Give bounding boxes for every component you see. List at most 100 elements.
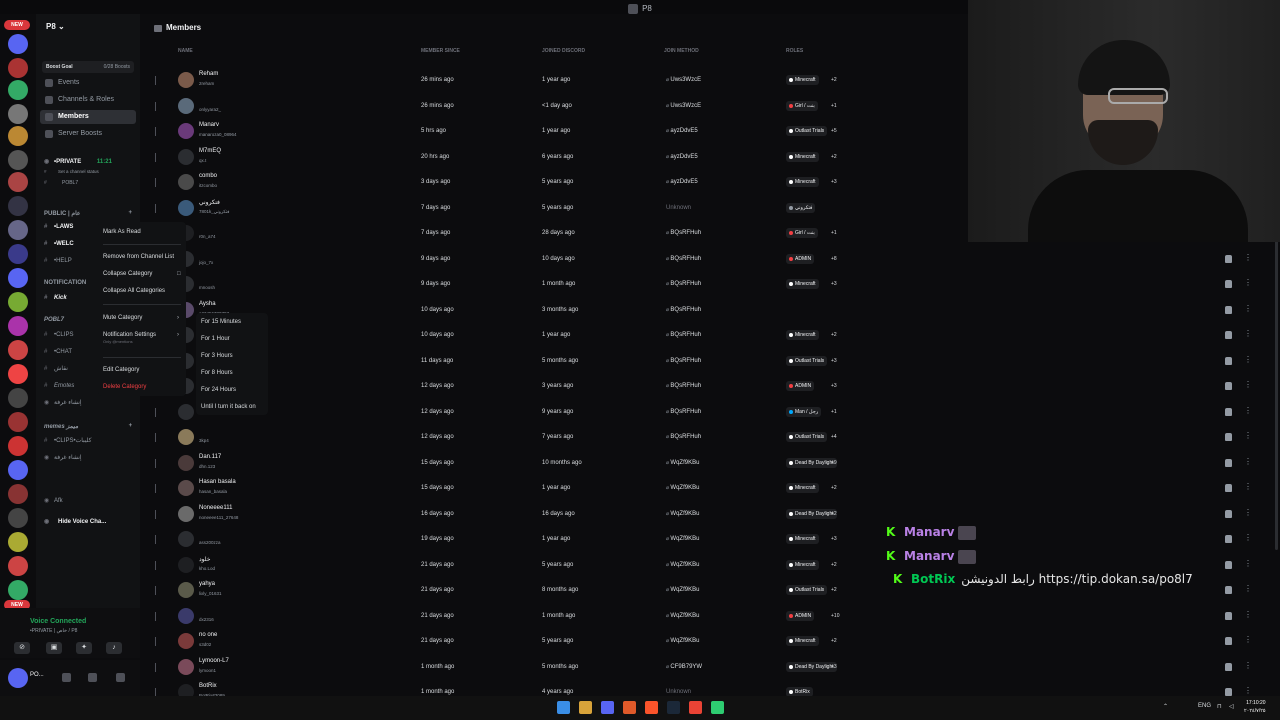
category-memes[interactable]: memes ميمز + (44, 423, 132, 430)
role-badge[interactable]: Minecraft (786, 559, 819, 570)
table-row[interactable]: 12 days ago 9 years ago BQsRFHuh Man / رجل +… (140, 400, 1280, 425)
more-options-icon[interactable]: ⋮ (1244, 508, 1252, 517)
more-roles[interactable]: +2 (831, 332, 837, 338)
channel-clips-2[interactable]: •CLIPS•كليبات (44, 436, 134, 446)
row-checkbox[interactable] (155, 637, 156, 646)
role-badge[interactable]: ADMIN (786, 610, 815, 621)
server-icon-6[interactable] (8, 150, 28, 170)
more-options-icon[interactable]: ⋮ (1244, 380, 1252, 389)
table-row[interactable]: 12 days ago 3 years ago BQsRFHuh ADMIN +3 ⋮ (140, 374, 1280, 399)
profile-icon[interactable] (1225, 356, 1232, 365)
row-checkbox[interactable] (155, 101, 156, 111)
column-joined-discord[interactable]: JOINED DISCORD (542, 48, 585, 54)
more-roles[interactable]: +1 (831, 103, 837, 109)
avatar[interactable] (178, 199, 194, 216)
role-badge[interactable]: Outlast Trials (786, 585, 828, 595)
profile-icon[interactable] (1225, 637, 1232, 645)
server-icon-17[interactable] (8, 412, 28, 432)
avatar[interactable] (178, 607, 194, 624)
server-icon-16[interactable] (8, 388, 28, 408)
role-badge[interactable]: فتكروني (786, 202, 816, 213)
avatar[interactable] (178, 633, 194, 649)
table-row[interactable]: Hasan basala hasan_basala 15 days ago 1 yea… (140, 476, 1280, 501)
profile-icon[interactable] (1225, 331, 1232, 339)
gear-icon[interactable] (116, 673, 125, 682)
server-icon-23[interactable] (8, 556, 28, 576)
more-roles[interactable]: +8 (831, 256, 837, 262)
server-icon-22[interactable] (8, 532, 28, 552)
row-checkbox[interactable] (155, 178, 156, 187)
server-icon-18[interactable] (8, 436, 28, 456)
more-options-icon[interactable]: ⋮ (1244, 584, 1252, 593)
avatar[interactable] (178, 123, 194, 139)
mute-option[interactable]: Until I turn it back on (201, 404, 256, 410)
role-badge[interactable]: Minecraft (786, 330, 819, 340)
server-icon-7[interactable] (8, 172, 28, 192)
profile-icon[interactable] (1225, 662, 1232, 671)
profile-icon[interactable] (1225, 560, 1232, 569)
brave-icon[interactable] (645, 701, 658, 714)
more-roles[interactable]: +2 (831, 485, 837, 491)
profile-icon[interactable] (1225, 611, 1232, 620)
add-channel-icon[interactable]: + (128, 210, 132, 216)
server-icon-8[interactable] (8, 196, 28, 216)
more-options-icon[interactable]: ⋮ (1244, 431, 1252, 440)
profile-icon[interactable] (1225, 484, 1232, 492)
more-roles[interactable]: +1 (831, 230, 837, 236)
mute-category-item[interactable]: Mute Category › (103, 315, 179, 321)
profile-icon[interactable] (1225, 458, 1232, 467)
headphones-icon[interactable] (88, 673, 97, 682)
role-badge[interactable]: ADMIN (786, 253, 815, 264)
nav-members[interactable]: Members (40, 110, 136, 124)
obs-icon[interactable] (711, 701, 724, 714)
nav-events[interactable]: Events (40, 76, 136, 90)
more-options-icon[interactable]: ⋮ (1244, 533, 1252, 542)
table-row[interactable]: Noneeee111 noneeee111_27648 16 days ago 16 … (140, 502, 1280, 527)
more-options-icon[interactable]: ⋮ (1244, 406, 1252, 415)
server-icon-9[interactable] (8, 220, 28, 240)
mute-option[interactable]: For 3 Hours (201, 353, 233, 359)
chrome-icon[interactable] (689, 701, 702, 714)
more-roles[interactable]: +1 (831, 409, 837, 415)
row-checkbox[interactable] (155, 560, 156, 570)
role-badge[interactable]: Minecraft (786, 483, 819, 493)
role-badge[interactable]: Minecraft (786, 75, 819, 85)
avatar[interactable] (178, 556, 194, 573)
role-badge[interactable]: Minecraft (786, 636, 819, 646)
avatar[interactable] (178, 531, 194, 547)
role-badge[interactable]: Girl / بنت (786, 100, 818, 111)
file-explorer-icon[interactable] (579, 701, 592, 714)
hide-voice-channels[interactable]: Hide Voice Cha... (44, 517, 134, 527)
screen-share-icon[interactable]: ▣ (46, 642, 62, 654)
profile-icon[interactable] (1225, 433, 1232, 441)
column-join-method[interactable]: JOIN METHOD (664, 48, 699, 54)
app-icon[interactable] (623, 701, 636, 714)
more-roles[interactable]: +5 (831, 128, 837, 134)
server-icon-14[interactable] (8, 340, 28, 360)
role-badge[interactable]: Dead By Daylight (786, 508, 837, 519)
camera-off-icon[interactable]: ⊘ (14, 642, 30, 654)
server-icon-3[interactable] (8, 80, 28, 100)
more-options-icon[interactable]: ⋮ (1244, 482, 1252, 491)
voice-channel-name[interactable]: •PRIVATE | خاص / P8 (30, 628, 77, 634)
more-roles[interactable]: +4 (831, 434, 837, 440)
server-icon-11[interactable] (8, 268, 28, 288)
row-checkbox[interactable] (155, 586, 156, 595)
server-icon-2[interactable] (8, 58, 28, 78)
table-row[interactable]: 11 days ago 5 months ago BQsRFHuh Outlast T… (140, 349, 1280, 374)
table-row[interactable]: ass200zza 19 days ago 1 year ago WqZf9KBu Mi… (140, 527, 1280, 552)
profile-icon[interactable] (1225, 382, 1232, 390)
row-checkbox[interactable] (155, 152, 156, 162)
more-options-icon[interactable]: ⋮ (1244, 635, 1252, 644)
voice-channel-afk[interactable]: Afk (44, 496, 134, 506)
avatar[interactable] (178, 582, 194, 598)
table-row[interactable]: dx2316 21 days ago 1 month ago WqZf9KBu ADMI… (140, 604, 1280, 629)
mark-as-read-item[interactable]: Mark As Read (103, 229, 141, 235)
avatar[interactable] (178, 148, 194, 165)
language-indicator[interactable]: ENG (1198, 703, 1211, 709)
more-options-icon[interactable]: ⋮ (1244, 278, 1252, 287)
notification-settings-item[interactable]: Notification Settings Only @mentions › (103, 332, 179, 344)
boost-goal[interactable]: Boost Goal 0/28 Boosts (42, 61, 134, 73)
avatar[interactable] (178, 454, 194, 471)
more-roles[interactable]: +2 (831, 562, 837, 568)
